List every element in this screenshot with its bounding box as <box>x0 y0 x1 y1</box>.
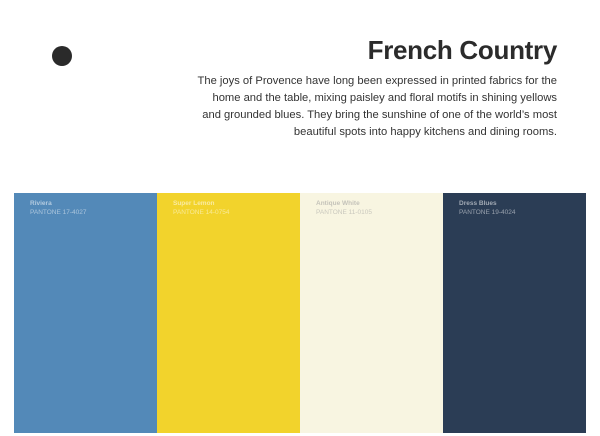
swatch-name: Antique White <box>316 200 360 207</box>
bullet-dot <box>52 46 72 66</box>
description-paragraph: The joys of Provence have long been expr… <box>197 75 557 138</box>
swatch-pantone-code: PANTONE 11-0105 <box>316 209 372 216</box>
swatch-name: Super Lemon <box>173 200 215 207</box>
swatch-pantone-code: PANTONE 19-4024 <box>459 209 516 216</box>
swatch-pantone-code: PANTONE 17-4027 <box>30 209 87 216</box>
swatch-name: Dress Blues <box>459 200 497 207</box>
swatch-super-lemon: Super Lemon PANTONE 14-0754 <box>157 193 300 433</box>
page-title: French Country <box>367 35 558 65</box>
swatch-name: Riviera <box>30 200 52 207</box>
swatch-riviera: Riviera PANTONE 17-4027 <box>14 193 157 433</box>
swatch-pantone-code: PANTONE 14-0754 <box>173 209 230 216</box>
color-palette: Riviera PANTONE 17-4027 Super Lemon PANT… <box>14 193 586 433</box>
swatch-dress-blues: Dress Blues PANTONE 19-4024 <box>443 193 586 433</box>
swatch-antique-white: Antique White PANTONE 11-0105 <box>300 193 443 433</box>
